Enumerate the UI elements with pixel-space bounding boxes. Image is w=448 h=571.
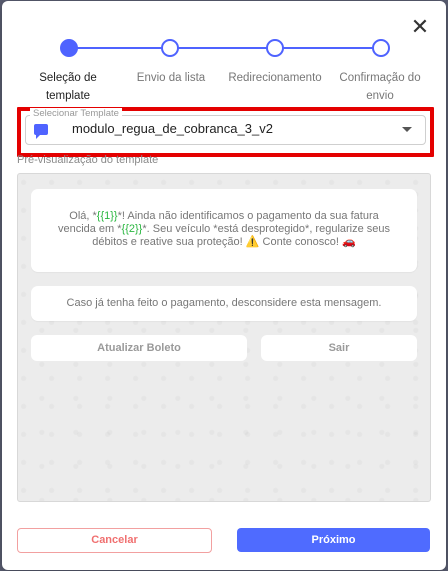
chevron-down-icon[interactable]	[402, 127, 412, 132]
step-1-label: Seleção de template	[39, 72, 97, 102]
cancel-button[interactable]: Cancelar	[17, 528, 212, 553]
select-value: modulo_regua_de_cobranca_3_v2	[72, 121, 273, 136]
step-2-dot	[161, 39, 179, 57]
chat-bubble-icon	[34, 124, 48, 139]
step-4-label: Confirmação do envio	[339, 72, 421, 102]
message-bubble: Olá, *{{1}}*! Ainda não identificamos o …	[31, 189, 417, 272]
message-text: Olá, *{{1}}*! Ainda não identificamos o …	[57, 210, 391, 248]
close-icon[interactable]: ✕	[410, 17, 430, 39]
step-4-dot	[372, 39, 390, 57]
secondary-message: Caso já tenha feito o pagamento, descons…	[31, 286, 417, 321]
step-3-dot	[266, 39, 284, 57]
select-legend: Selecionar Template	[30, 108, 122, 119]
preview-label: Pré-visualização do template	[17, 154, 159, 166]
step-1-dot	[60, 39, 78, 57]
next-button[interactable]: Próximo	[237, 528, 430, 552]
step-3-label: Redirecionamento	[228, 72, 322, 84]
update-bill-button: Atualizar Boleto	[31, 335, 247, 361]
step-2-label: Envio da lista	[136, 72, 206, 84]
stepper-line	[68, 47, 380, 49]
exit-button: Sair	[261, 335, 417, 361]
